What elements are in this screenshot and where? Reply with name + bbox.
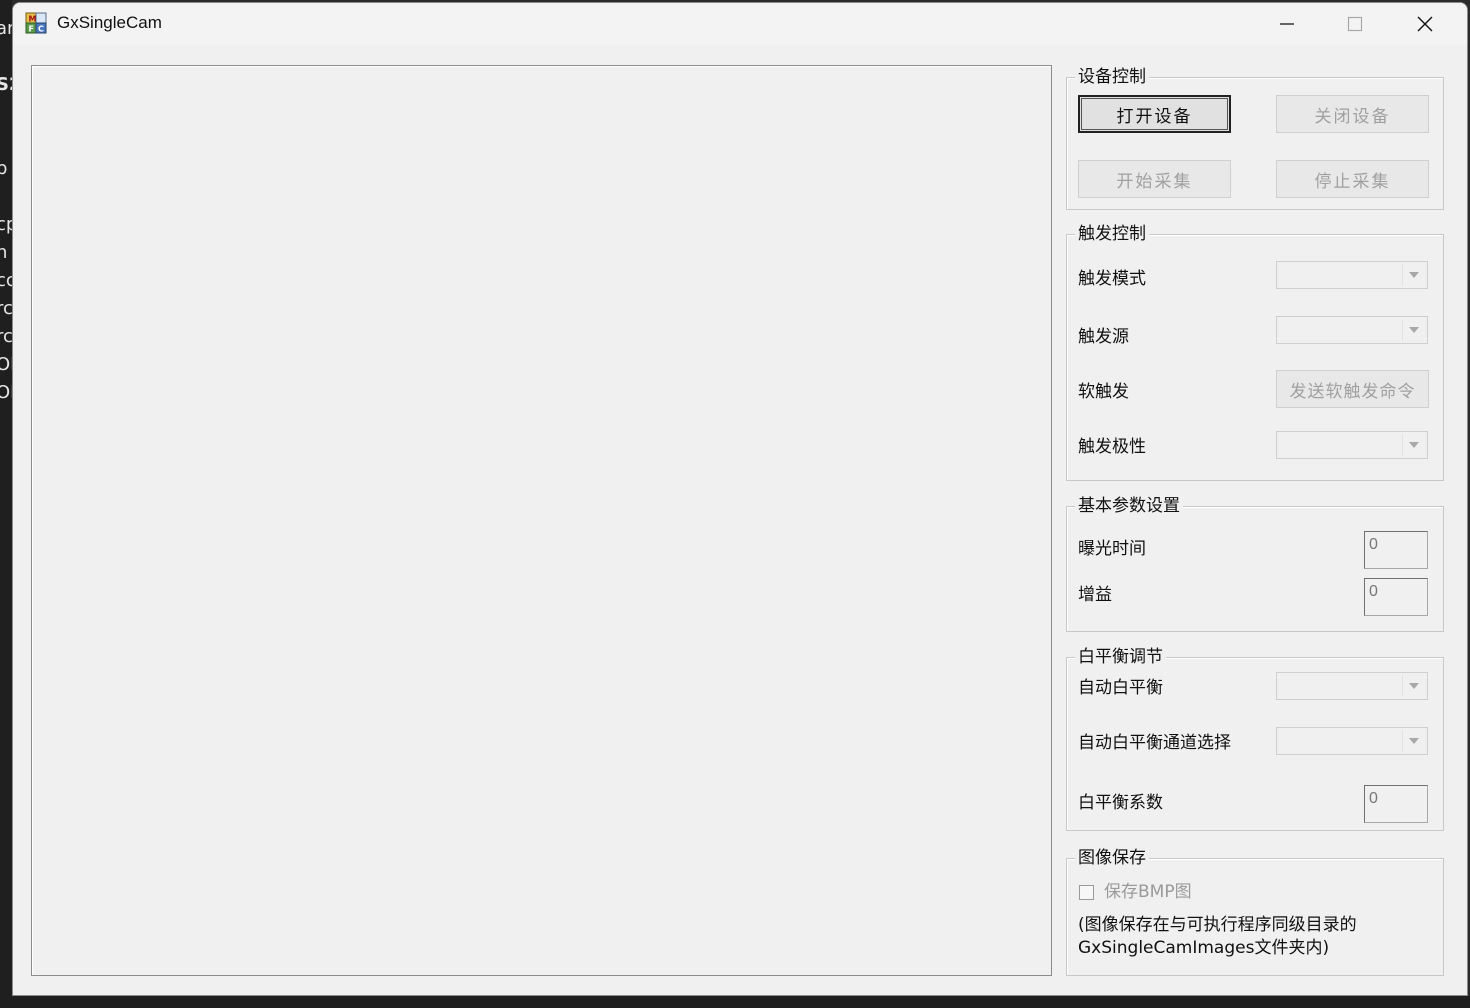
trigger-control-group: 触发控制 触发模式 触发源 软触发 发送软触发命令 触发极性 <box>1066 223 1444 481</box>
wb-ratio-label: 白平衡系数 <box>1078 793 1163 813</box>
send-soft-trigger-button[interactable]: 发送软触发命令 <box>1276 370 1429 408</box>
trigger-polarity-label: 触发极性 <box>1078 437 1146 457</box>
dropdown-button[interactable] <box>1402 675 1425 697</box>
auto-wb-select[interactable] <box>1276 672 1428 700</box>
save-note-line2: GxSingleCamImages文件夹内) <box>1078 938 1330 958</box>
svg-text:M: M <box>29 15 37 24</box>
bg-text: rc <box>0 326 12 347</box>
gain-label: 增益 <box>1078 585 1112 605</box>
device-control-title: 设备控制 <box>1075 66 1149 88</box>
dropdown-button[interactable] <box>1402 264 1425 286</box>
dropdown-button[interactable] <box>1402 434 1425 456</box>
title-bar[interactable]: M F C GxSingleCam <box>13 3 1467 45</box>
maximize-button[interactable] <box>1321 3 1389 45</box>
white-balance-group: 白平衡调节 自动白平衡 自动白平衡通道选择 白平衡系数 0 <box>1066 646 1444 831</box>
bg-text: rc <box>0 298 12 319</box>
app-icon: M F C <box>25 12 47 34</box>
background-app-fragment: an S2 p cp n cc rc rc OI OI <box>0 0 12 1008</box>
bg-text: OI <box>0 382 12 403</box>
gain-input[interactable]: 0 <box>1364 578 1428 616</box>
close-device-button[interactable]: 关闭设备 <box>1276 95 1429 133</box>
svg-text:C: C <box>38 25 44 34</box>
exposure-input[interactable]: 0 <box>1364 531 1428 569</box>
bg-text: an <box>0 18 12 39</box>
bg-text: p <box>0 158 8 179</box>
maximize-icon <box>1347 16 1363 32</box>
device-control-group: 设备控制 打开设备 关闭设备 开始采集 停止采集 <box>1066 66 1444 210</box>
basic-params-title: 基本参数设置 <box>1075 495 1183 517</box>
save-bmp-label[interactable]: 保存BMP图 <box>1104 881 1192 903</box>
svg-text:F: F <box>29 25 34 34</box>
background-taskbar-fragment <box>12 996 1470 1008</box>
image-preview-area <box>31 65 1052 976</box>
trigger-polarity-select[interactable] <box>1276 431 1428 459</box>
exposure-label: 曝光时间 <box>1078 539 1146 559</box>
save-bmp-checkbox[interactable] <box>1079 885 1094 900</box>
trigger-mode-select[interactable] <box>1276 261 1428 289</box>
trigger-control-title: 触发控制 <box>1075 223 1149 245</box>
start-capture-button[interactable]: 开始采集 <box>1078 160 1231 198</box>
soft-trigger-label: 软触发 <box>1078 382 1129 402</box>
stop-capture-button[interactable]: 停止采集 <box>1276 160 1429 198</box>
chevron-down-icon <box>1409 738 1419 744</box>
chevron-down-icon <box>1409 327 1419 333</box>
close-button[interactable] <box>1391 3 1459 45</box>
trigger-source-select[interactable] <box>1276 316 1428 344</box>
save-note-line1: (图像保存在与可执行程序同级目录的 <box>1078 915 1357 935</box>
trigger-mode-label: 触发模式 <box>1078 269 1146 289</box>
chevron-down-icon <box>1409 272 1419 278</box>
open-device-button[interactable]: 打开设备 <box>1078 95 1231 133</box>
close-icon <box>1417 16 1433 32</box>
window-title: GxSingleCam <box>57 13 162 32</box>
image-save-group: 图像保存 保存BMP图 (图像保存在与可执行程序同级目录的 GxSingleCa… <box>1066 847 1444 976</box>
chevron-down-icon <box>1409 683 1419 689</box>
bg-text: OI <box>0 354 12 375</box>
wb-channel-label: 自动白平衡通道选择 <box>1078 733 1231 753</box>
image-save-title: 图像保存 <box>1075 847 1149 869</box>
bg-text: cc <box>0 270 12 291</box>
bg-text: n <box>0 242 8 263</box>
app-window: M F C GxSingleCam 设备控制 打开设备 关闭设备 开始采集 停止… <box>12 2 1468 996</box>
bg-text: S2 <box>0 74 12 95</box>
wb-channel-select[interactable] <box>1276 727 1428 755</box>
dropdown-button[interactable] <box>1402 730 1425 752</box>
trigger-source-label: 触发源 <box>1078 327 1129 347</box>
wb-ratio-input[interactable]: 0 <box>1364 785 1428 823</box>
dropdown-button[interactable] <box>1402 319 1425 341</box>
white-balance-title: 白平衡调节 <box>1075 646 1166 668</box>
minimize-button[interactable] <box>1253 3 1321 45</box>
auto-wb-label: 自动白平衡 <box>1078 678 1163 698</box>
bg-text: cp <box>0 214 12 235</box>
chevron-down-icon <box>1409 442 1419 448</box>
basic-params-group: 基本参数设置 曝光时间 0 增益 0 <box>1066 495 1444 632</box>
minimize-icon <box>1280 23 1294 25</box>
